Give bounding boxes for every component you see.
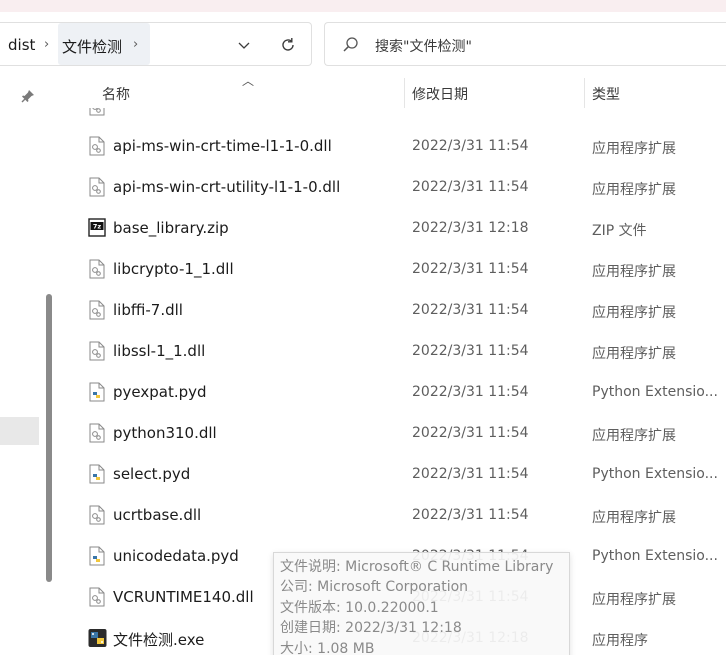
chevron-down-icon[interactable] <box>232 33 256 57</box>
search-input[interactable]: 搜索"文件检测" <box>375 36 472 56</box>
file-name[interactable]: 文件检测.exe <box>113 629 204 650</box>
file-row[interactable]: ucrtbase.dll 2022/3/31 11:54 应用程序扩展 <box>62 495 726 535</box>
python-exe-icon <box>88 628 107 648</box>
file-modified-date: 2022/3/31 11:54 <box>412 384 529 400</box>
search-box[interactable]: 搜索"文件检测" <box>324 22 726 66</box>
file-name[interactable]: libffi-7.dll <box>113 301 183 319</box>
file-type: 应用程序扩展 <box>592 264 676 280</box>
file-name[interactable]: VCRUNTIME140.dll <box>113 588 254 606</box>
file-name[interactable]: api-ms-win-crt-time-l1-1-0.dll <box>113 137 332 155</box>
pin-icon[interactable] <box>20 88 36 104</box>
file-type: 应用程序扩展 <box>592 346 676 362</box>
file-type: 应用程序扩展 <box>592 428 676 444</box>
file-name[interactable]: base_library.zip <box>113 219 229 237</box>
file-row[interactable]: libffi-7.dll 2022/3/31 11:54 应用程序扩展 <box>62 290 726 330</box>
file-info-tooltip: 文件说明: Microsoft® C Runtime Library 公司: M… <box>273 552 570 655</box>
file-name[interactable]: libssl-1_1.dll <box>113 342 205 360</box>
file-name[interactable]: api-ms-win-crt-utility-l1-1-0.dll <box>113 178 340 196</box>
dll-file-icon <box>88 423 106 443</box>
tooltip-size: 大小: 1.08 MB <box>280 640 375 655</box>
dll-file-icon <box>88 136 106 156</box>
file-type: ZIP 文件 <box>592 223 647 239</box>
file-modified-date: 2022/3/31 11:54 <box>412 179 529 195</box>
file-modified-date: 2022/3/31 11:54 <box>412 425 529 441</box>
python-file-icon <box>88 382 106 402</box>
dll-file-icon <box>88 341 106 361</box>
file-modified-date: 2022/3/31 11:54 <box>412 302 529 318</box>
column-header-name[interactable]: 名称 <box>102 84 130 104</box>
file-modified-date: 2022/3/31 11:54 <box>412 261 529 277</box>
column-header-bar <box>62 66 726 108</box>
file-type: Python Extensio... <box>592 384 718 400</box>
nav-scrollbar-thumb[interactable] <box>46 294 52 582</box>
file-name[interactable]: select.pyd <box>113 465 190 483</box>
column-header-date[interactable]: 修改日期 <box>412 84 468 104</box>
file-modified-date: 2022/3/31 11:54 <box>412 138 529 154</box>
svg-text:7z: 7z <box>93 223 102 231</box>
file-row[interactable]: api-ms-win-crt-utility-l1-1-0.dll 2022/3/… <box>62 167 726 207</box>
dll-file-icon <box>88 300 106 320</box>
file-modified-date: 2022/3/31 11:54 <box>412 343 529 359</box>
search-icon <box>343 37 358 52</box>
file-type: 应用程序扩展 <box>592 141 676 157</box>
column-divider[interactable] <box>404 78 405 108</box>
file-name[interactable]: ucrtbase.dll <box>113 506 201 524</box>
tooltip-created: 创建日期: 2022/3/31 12:18 <box>280 620 462 637</box>
dll-file-icon <box>88 505 106 525</box>
file-modified-date: 2022/3/31 12:18 <box>412 220 529 236</box>
file-type: 应用程序扩展 <box>592 510 676 526</box>
breadcrumb-separator: › <box>44 37 50 52</box>
file-row[interactable]: pyexpat.pyd 2022/3/31 11:54 Python Extensi… <box>62 372 726 412</box>
file-type: Python Extensio... <box>592 548 718 564</box>
file-row[interactable]: python310.dll 2022/3/31 11:54 应用程序扩展 <box>62 413 726 453</box>
file-name[interactable]: unicodedata.pyd <box>113 547 239 565</box>
nav-selected-item[interactable] <box>0 417 39 445</box>
file-row[interactable]: libssl-1_1.dll 2022/3/31 11:54 应用程序扩展 <box>62 331 726 371</box>
window-top-strip <box>0 0 726 12</box>
file-name[interactable]: python310.dll <box>113 424 217 442</box>
file-type: 应用程序扩展 <box>592 592 676 608</box>
sort-ascending-icon: ︿ <box>242 74 255 88</box>
column-header-type[interactable]: 类型 <box>592 84 620 104</box>
file-type: Python Extensio... <box>592 466 718 482</box>
column-divider[interactable] <box>584 78 585 108</box>
file-row[interactable]: 7z base_library.zip 2022/3/31 12:18 ZIP 文件 <box>62 208 726 248</box>
file-modified-date: 2022/3/31 11:54 <box>412 466 529 482</box>
zip-7z-icon: 7z <box>88 218 106 238</box>
file-row[interactable]: select.pyd 2022/3/31 11:54 Python Extensio… <box>62 454 726 494</box>
file-modified-date: 2022/3/31 11:54 <box>412 507 529 523</box>
navigation-pane <box>0 70 62 655</box>
file-row[interactable]: libcrypto-1_1.dll 2022/3/31 11:54 应用程序扩展 <box>62 249 726 289</box>
file-type: 应用程序扩展 <box>592 305 676 321</box>
python-file-icon <box>88 546 106 566</box>
tooltip-description: 文件说明: Microsoft® C Runtime Library <box>280 559 554 575</box>
breadcrumb-item-dist[interactable]: dist <box>8 36 35 54</box>
file-name[interactable]: pyexpat.pyd <box>113 383 207 401</box>
file-row[interactable]: api-ms-win-crt-time-l1-1-0.dll 2022/3/31 … <box>62 126 726 166</box>
python-file-icon <box>88 464 106 484</box>
file-type: 应用程序扩展 <box>592 182 676 198</box>
dll-file-icon <box>88 259 106 279</box>
file-name[interactable]: libcrypto-1_1.dll <box>113 260 234 278</box>
tooltip-company: 公司: Microsoft Corporation <box>280 579 469 596</box>
file-type: 应用程序 <box>592 633 648 649</box>
breadcrumb-separator[interactable]: › <box>133 37 138 52</box>
tooltip-version: 文件版本: 10.0.22000.1 <box>280 599 439 616</box>
dll-file-icon <box>88 177 106 197</box>
address-bar[interactable]: dist › 文件检测 › <box>0 22 312 66</box>
breadcrumb-item-current[interactable]: 文件检测 <box>62 36 122 57</box>
dll-file-icon <box>88 587 106 607</box>
refresh-icon[interactable] <box>276 33 300 57</box>
